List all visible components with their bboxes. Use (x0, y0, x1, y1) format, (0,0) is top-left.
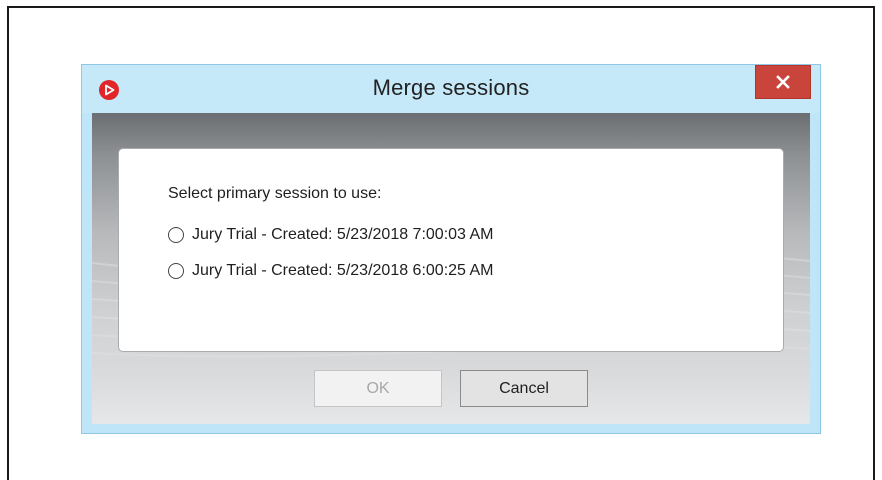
dialog-titlebar[interactable]: Merge sessions (82, 65, 820, 113)
radio-button[interactable] (168, 263, 184, 279)
dialog-title: Merge sessions (372, 75, 530, 100)
merge-sessions-dialog: Merge sessions Select primary session to… (81, 64, 821, 434)
session-option-2[interactable]: Jury Trial - Created: 5/23/2018 6:00:25 … (168, 260, 494, 282)
session-option-1[interactable]: Jury Trial - Created: 5/23/2018 7:00:03 … (168, 224, 494, 246)
session-option-label: Jury Trial - Created: 5/23/2018 7:00:03 … (192, 226, 494, 243)
session-option-label: Jury Trial - Created: 5/23/2018 6:00:25 … (192, 262, 494, 279)
selection-prompt: Select primary session to use: (168, 185, 382, 202)
close-button[interactable] (755, 65, 811, 99)
dialog-body: Select primary session to use: Jury Tria… (92, 113, 810, 424)
radio-button[interactable] (168, 227, 184, 243)
ok-button[interactable]: OK (314, 370, 442, 407)
cancel-button[interactable]: Cancel (460, 370, 588, 407)
session-selection-panel: Select primary session to use: Jury Tria… (118, 148, 784, 352)
close-icon (776, 75, 790, 89)
